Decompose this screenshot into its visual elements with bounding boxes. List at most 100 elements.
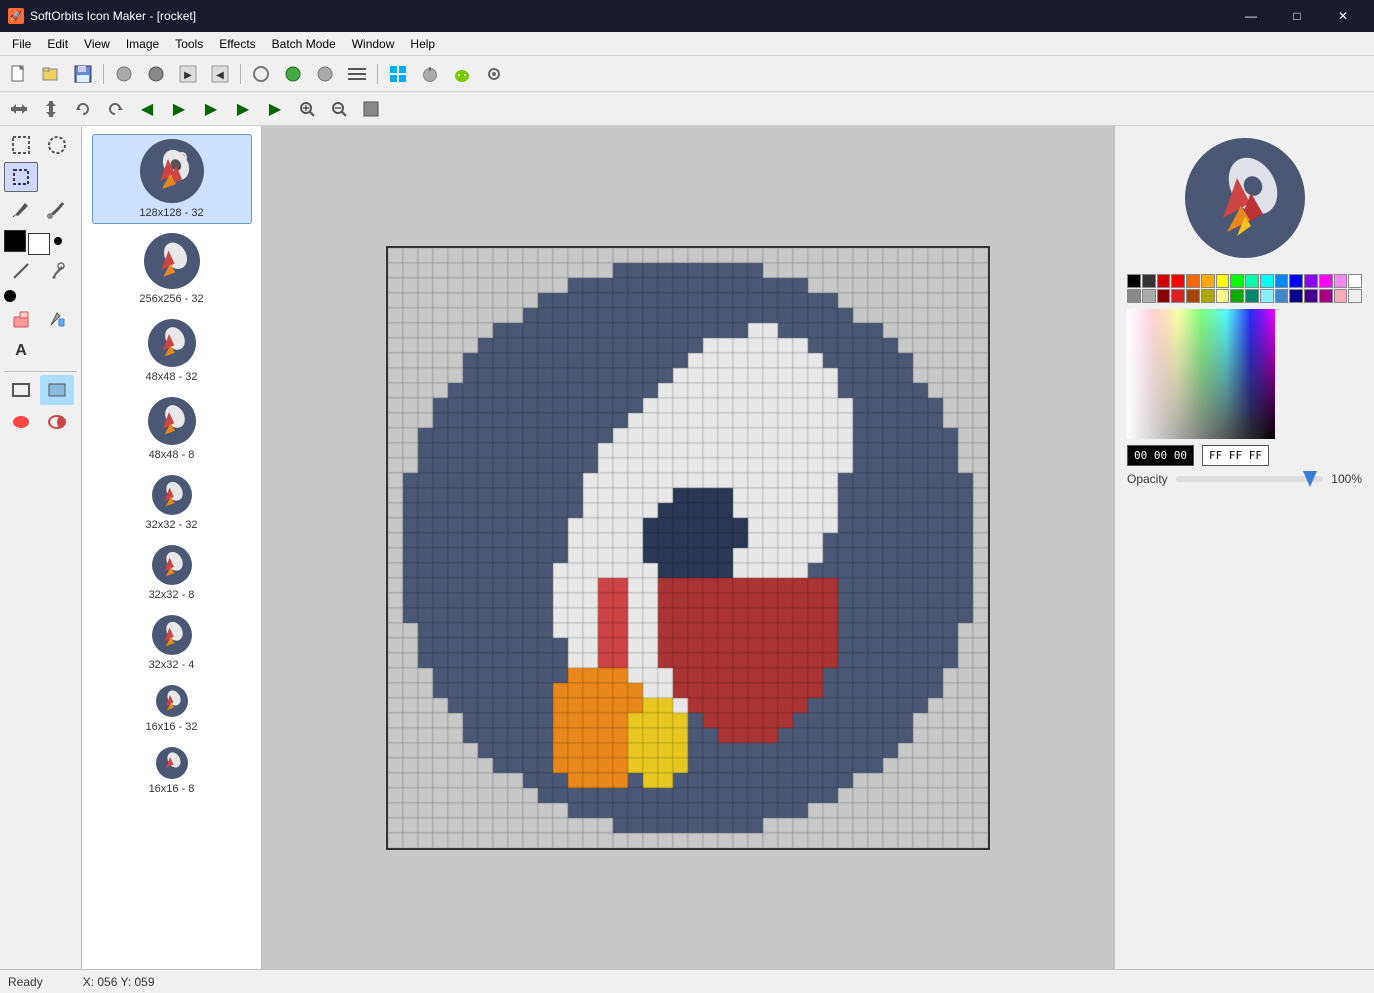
tb2-pan[interactable] (36, 95, 66, 123)
palette-cell-ltpink[interactable] (1334, 289, 1348, 303)
palette-cell-teal1[interactable] (1245, 274, 1259, 288)
palette-cell-green1[interactable] (1230, 274, 1244, 288)
toolbar-export[interactable]: ◀ (205, 60, 235, 88)
menu-batch-mode[interactable]: Batch Mode (264, 32, 344, 55)
tb2-play4[interactable]: ▶ (260, 95, 290, 123)
thumb-32x32-8[interactable]: 32x32 - 8 (92, 540, 252, 606)
menu-file[interactable]: File (4, 32, 39, 55)
palette-cell-black[interactable] (1127, 274, 1141, 288)
tool-line[interactable] (4, 256, 38, 286)
palette-cell-pink[interactable] (1334, 274, 1348, 288)
tool-rect-fill[interactable] (40, 375, 74, 405)
tool-select-custom[interactable] (4, 162, 38, 192)
tb2-zoom-in[interactable] (292, 95, 322, 123)
tool-ellipse-fill[interactable] (40, 407, 74, 437)
thumb-128x128-32[interactable]: 128x128 - 32 (92, 134, 252, 224)
toolbar-open[interactable] (36, 60, 66, 88)
palette-cell-blue3[interactable] (1275, 289, 1289, 303)
palette-cell-white[interactable] (1348, 274, 1362, 288)
thumb-48x48-32[interactable]: 48x48 - 32 (92, 314, 252, 388)
thumb-48x48-8[interactable]: 48x48 - 8 (92, 392, 252, 466)
maximize-button[interactable]: □ (1274, 0, 1320, 32)
palette-cell-ltblue[interactable] (1260, 289, 1274, 303)
tb2-move[interactable] (4, 95, 34, 123)
pixel-canvas[interactable] (386, 246, 990, 850)
palette-cell-magenta[interactable] (1319, 289, 1333, 303)
tool-eyedropper[interactable] (40, 256, 74, 286)
thumb-32x32-4[interactable]: 32x32 - 4 (92, 610, 252, 676)
menu-window[interactable]: Window (344, 32, 403, 55)
palette-cell-red3[interactable] (1171, 289, 1185, 303)
palette-cell-orange[interactable] (1186, 274, 1200, 288)
tb2-zoom-out[interactable] (324, 95, 354, 123)
toolbar-import[interactable]: ▶ (173, 60, 203, 88)
palette-cell-gray2[interactable] (1142, 289, 1156, 303)
tb2-rotate1[interactable] (68, 95, 98, 123)
palette-cell-green2[interactable] (1230, 289, 1244, 303)
palette-cell-violet[interactable] (1304, 289, 1318, 303)
tb2-play3[interactable]: ▶ (228, 95, 258, 123)
tool-erase[interactable] (4, 304, 38, 334)
thumb-32x32-32[interactable]: 32x32 - 32 (92, 470, 252, 536)
palette-cell-blue2[interactable] (1289, 274, 1303, 288)
tool-text[interactable]: A (4, 336, 38, 366)
palette-cell-dark[interactable] (1142, 274, 1156, 288)
toolbar-circle-gray1[interactable] (109, 60, 139, 88)
tool-brush[interactable] (40, 194, 74, 224)
toolbar-circle-green[interactable] (278, 60, 308, 88)
palette-cell-yellow2[interactable] (1216, 274, 1230, 288)
palette-cell-yellow3[interactable] (1216, 289, 1230, 303)
menu-tools[interactable]: Tools (167, 32, 211, 55)
toolbar-save[interactable] (68, 60, 98, 88)
color-picker[interactable] (1127, 309, 1275, 439)
palette-cell-navy[interactable] (1289, 289, 1303, 303)
menu-edit[interactable]: Edit (39, 32, 76, 55)
tool-paint[interactable] (40, 304, 74, 334)
tool-select-ellipse[interactable] (40, 130, 74, 160)
palette-cell-gray1[interactable] (1127, 289, 1141, 303)
palette-cell-red1[interactable] (1157, 274, 1171, 288)
menu-view[interactable]: View (76, 32, 118, 55)
menu-image[interactable]: Image (118, 32, 167, 55)
toolbar-windows-logo[interactable] (383, 60, 413, 88)
palette-cell-ltgray[interactable] (1348, 289, 1362, 303)
tb2-prev[interactable]: ◀ (132, 95, 162, 123)
menu-help[interactable]: Help (402, 32, 443, 55)
toolbar-lines[interactable] (342, 60, 372, 88)
palette-cell-olive[interactable] (1201, 289, 1215, 303)
palette-cell-purple2[interactable] (1319, 274, 1333, 288)
toolbar-circle-gray2[interactable] (141, 60, 171, 88)
canvas-area[interactable] (262, 126, 1114, 969)
palette-cell-yellow1[interactable] (1201, 274, 1215, 288)
palette-cell-teal2[interactable] (1245, 289, 1259, 303)
toolbar-circle-gray3[interactable] (310, 60, 340, 88)
close-button[interactable]: ✕ (1320, 0, 1366, 32)
toolbar-apple-logo[interactable] (415, 60, 445, 88)
tb2-play2[interactable]: ▶ (196, 95, 226, 123)
tool-ellipse-draw[interactable] (4, 407, 38, 437)
tb2-play1[interactable]: ▶ (164, 95, 194, 123)
toolbar-android-logo[interactable] (447, 60, 477, 88)
tb2-rotate2[interactable] (100, 95, 130, 123)
menu-effects[interactable]: Effects (211, 32, 263, 55)
opacity-slider[interactable] (1176, 476, 1324, 482)
tool-pen[interactable] (4, 194, 38, 224)
foreground-color[interactable] (4, 230, 26, 252)
background-color[interactable] (28, 233, 50, 255)
palette-cell-purple1[interactable] (1304, 274, 1318, 288)
color-hex-black[interactable]: 00 00 00 (1127, 445, 1194, 466)
toolbar-new[interactable] (4, 60, 34, 88)
palette-cell-blue1[interactable] (1275, 274, 1289, 288)
tool-rect-draw[interactable] (4, 375, 38, 405)
color-hex-white[interactable]: FF FF FF (1202, 445, 1269, 466)
toolbar-circle-outline[interactable] (246, 60, 276, 88)
palette-cell-darkred[interactable] (1157, 289, 1171, 303)
toolbar-settings[interactable] (479, 60, 509, 88)
palette-cell-red2[interactable] (1171, 274, 1185, 288)
tool-select-rect[interactable] (4, 130, 38, 160)
thumb-16x16-8[interactable]: 16x16 - 8 (92, 742, 252, 800)
palette-cell-cyan[interactable] (1260, 274, 1274, 288)
thumb-16x16-32[interactable]: 16x16 - 32 (92, 680, 252, 738)
palette-cell-brown[interactable] (1186, 289, 1200, 303)
thumb-256x256-32[interactable]: 256x256 - 32 (92, 228, 252, 310)
